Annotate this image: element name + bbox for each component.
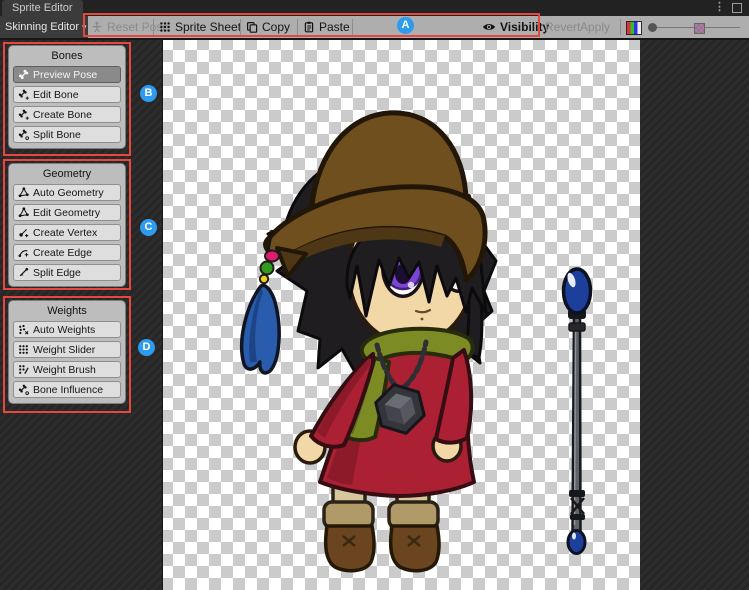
sprite-editor-tab[interactable]: Sprite Editor <box>2 0 83 16</box>
toolbar-separator <box>240 19 241 35</box>
module-dropdown[interactable]: Skinning Editor▾ <box>0 16 88 38</box>
bone-plus-icon <box>18 109 29 120</box>
weight-slider-icon <box>18 344 29 355</box>
callout-b: B <box>140 85 157 102</box>
paste-button[interactable]: Paste <box>303 16 350 38</box>
bones-panel: Bones Preview Pose Edit Bone Create Bone… <box>8 45 126 149</box>
toolbar-separator <box>297 19 298 35</box>
geometry-panel: Geometry Auto Geometry Edit Geometry Cre… <box>8 163 126 287</box>
eye-icon <box>482 22 496 32</box>
split-edge-button[interactable]: Split Edge <box>13 264 121 281</box>
auto-weights-icon <box>18 324 29 335</box>
create-vertex-button[interactable]: Create Vertex <box>13 224 121 241</box>
toolbar-separator <box>153 19 154 35</box>
dropdown-arrow-icon: ▾ <box>82 22 87 32</box>
preview-pose-button[interactable]: Preview Pose <box>13 66 121 83</box>
split-edge-icon <box>18 267 29 278</box>
opacity-slider-knob[interactable] <box>648 23 657 32</box>
edge-plus-icon <box>18 247 29 258</box>
apply-button[interactable]: Apply <box>580 16 610 38</box>
edit-bone-button[interactable]: Edit Bone <box>13 86 121 103</box>
edit-geometry-button[interactable]: Edit Geometry <box>13 204 121 221</box>
toolbar-separator <box>352 19 353 35</box>
sprite-sheet-icon <box>159 21 171 33</box>
split-bone-button[interactable]: Split Bone <box>13 126 121 143</box>
checker-thumb-icon <box>694 23 705 34</box>
bone-plus-icon <box>18 89 29 100</box>
sprite-editor-window: Sprite Editor ⋮ Skinning Editor▾ Reset P… <box>0 0 749 590</box>
weight-brush-button[interactable]: Weight Brush <box>13 361 121 378</box>
bone-influence-icon <box>18 384 29 395</box>
callout-c: C <box>140 219 157 236</box>
vertex-plus-icon <box>18 227 29 238</box>
sprite-canvas[interactable] <box>162 40 640 590</box>
weights-panel: Weights Auto Weights Weight Slider Weigh… <box>8 300 126 404</box>
color-swatch-icon[interactable] <box>626 21 642 35</box>
window-titlebar: Sprite Editor ⋮ <box>0 0 749 16</box>
toolbar-separator <box>620 19 621 35</box>
weight-brush-icon <box>18 364 29 375</box>
create-bone-button[interactable]: Create Bone <box>13 106 121 123</box>
bones-panel-title: Bones <box>13 48 121 66</box>
auto-weights-button[interactable]: Auto Weights <box>13 321 121 338</box>
geometry-icon <box>18 187 29 198</box>
bone-dot-icon <box>18 129 29 140</box>
sprite-sheet-button[interactable]: Sprite Sheet <box>159 16 241 38</box>
visibility-button[interactable]: Visibility <box>482 16 549 38</box>
geometry-icon <box>18 207 29 218</box>
reset-pose-button[interactable]: Reset Pose <box>91 16 169 38</box>
restore-window-icon[interactable] <box>732 3 742 13</box>
create-edge-button[interactable]: Create Edge <box>13 244 121 261</box>
character-sprite[interactable] <box>223 100 513 580</box>
revert-button[interactable]: Revert <box>545 16 580 38</box>
staff-sprite[interactable] <box>559 262 599 562</box>
bone-influence-button[interactable]: Bone Influence <box>13 381 121 398</box>
geometry-panel-title: Geometry <box>13 166 121 184</box>
paste-icon <box>303 21 315 33</box>
auto-geometry-button[interactable]: Auto Geometry <box>13 184 121 201</box>
bone-icon <box>18 69 29 80</box>
reset-pose-icon <box>91 21 103 33</box>
kebab-menu-icon[interactable]: ⋮ <box>714 0 725 14</box>
copy-button[interactable]: Copy <box>246 16 290 38</box>
copy-icon <box>246 21 258 33</box>
skinning-toolbar: Skinning Editor▾ Reset Pose Sprite Sheet… <box>0 16 749 38</box>
weight-slider-button[interactable]: Weight Slider <box>13 341 121 358</box>
callout-d: D <box>138 339 155 356</box>
weights-panel-title: Weights <box>13 303 121 321</box>
workspace: Bones Preview Pose Edit Bone Create Bone… <box>0 40 749 590</box>
